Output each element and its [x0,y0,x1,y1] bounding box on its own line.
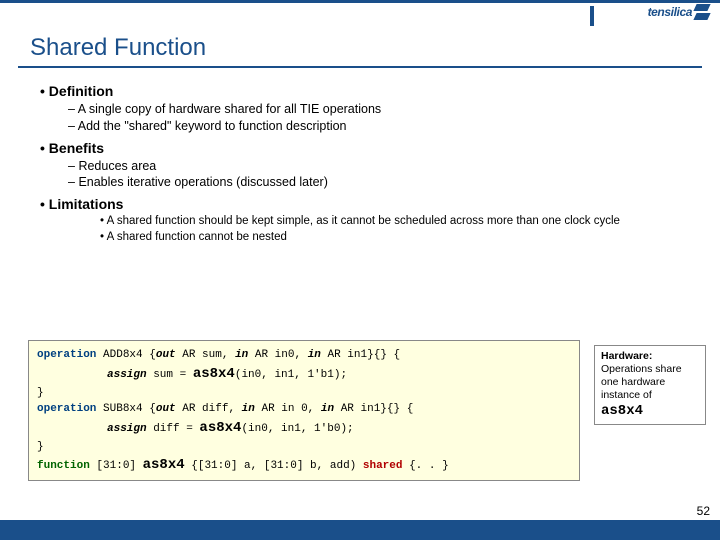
code-line-7: function [31:0] as8x4 {[31:0] a, [31:0] … [37,455,571,476]
code-line-4: operation SUB8x4 {out AR diff, in AR in … [37,401,571,418]
bullet-definition: Definition [40,82,696,101]
slide: tensilica Shared Function Definition A s… [0,0,720,540]
bullet-ben-2: Enables iterative operations (discussed … [68,174,696,191]
logo-text: tensilica [648,5,692,19]
code-add-sig1: AR sum, [176,349,235,361]
kw-operation: operation [37,403,96,415]
bullet-lim-1: A shared function should be kept simple,… [100,214,696,230]
title-underline [18,66,702,68]
code-add-pre: sum = [147,369,193,381]
kw-in: in [235,349,248,361]
code-line-5: assign diff = as8x4(in0, in1, 1'b0); [37,418,571,439]
code-sub-pre: diff = [147,423,200,435]
content-area: Definition A single copy of hardware sha… [40,78,696,245]
kw-out: out [156,349,176,361]
bullet-lim-2: A shared function cannot be nested [100,230,696,246]
page-number: 52 [697,504,710,518]
footer-bar [0,520,720,540]
kw-out: out [156,403,176,415]
bullet-def-1: A single copy of hardware shared for all… [68,101,696,118]
hw-header: Hardware: [601,350,699,363]
bullet-limitations: Limitations [40,195,696,214]
kw-assign: assign [107,423,147,435]
kw-operation: operation [37,349,96,361]
fn-name: as8x4 [143,457,185,473]
code-box: operation ADD8x4 {out AR sum, in AR in0,… [28,340,580,481]
code-add-sig3: AR in1}{} { [321,349,400,361]
top-bar [0,0,720,26]
kw-function: function [37,460,90,472]
kw-assign: assign [107,369,147,381]
top-divider [590,6,600,26]
code-add-name: ADD8x4 { [96,349,155,361]
hw-text: Operations share one hardware instance o… [601,363,682,401]
code-line-3: } [37,385,571,402]
bullet-ben-1: Reduces area [68,158,696,175]
code-sub-sig1: AR diff, [176,403,242,415]
code-sub-sig2: AR in 0, [255,403,321,415]
fn-name: as8x4 [199,420,241,436]
bullet-def-2: Add the "shared" keyword to function des… [68,118,696,135]
fn-name: as8x4 [193,366,235,382]
kw-in: in [242,403,255,415]
kw-in: in [321,403,334,415]
code-func-ret: [31:0] [90,460,143,472]
code-line-6: } [37,439,571,456]
slide-title: Shared Function [30,34,206,62]
logo: tensilica [648,4,710,20]
code-sub-name: SUB8x4 { [96,403,155,415]
hardware-box: Hardware: Operations share one hardware … [594,345,706,425]
code-func-body: {. . } [402,460,448,472]
code-add-sig2: AR in0, [248,349,307,361]
code-sub-post: (in0, in1, 1'b0); [241,423,353,435]
code-add-post: (in0, in1, 1'b1); [235,369,347,381]
code-line-2: assign sum = as8x4(in0, in1, 1'b1); [37,364,571,385]
code-line-1: operation ADD8x4 {out AR sum, in AR in0,… [37,347,571,364]
logo-icon [694,4,710,20]
hw-name: as8x4 [601,403,643,419]
kw-shared: shared [363,460,403,472]
kw-in: in [308,349,321,361]
code-sub-sig3: AR in1}{} { [334,403,413,415]
code-func-args: {[31:0] a, [31:0] b, add) [185,460,363,472]
bullet-benefits: Benefits [40,139,696,158]
